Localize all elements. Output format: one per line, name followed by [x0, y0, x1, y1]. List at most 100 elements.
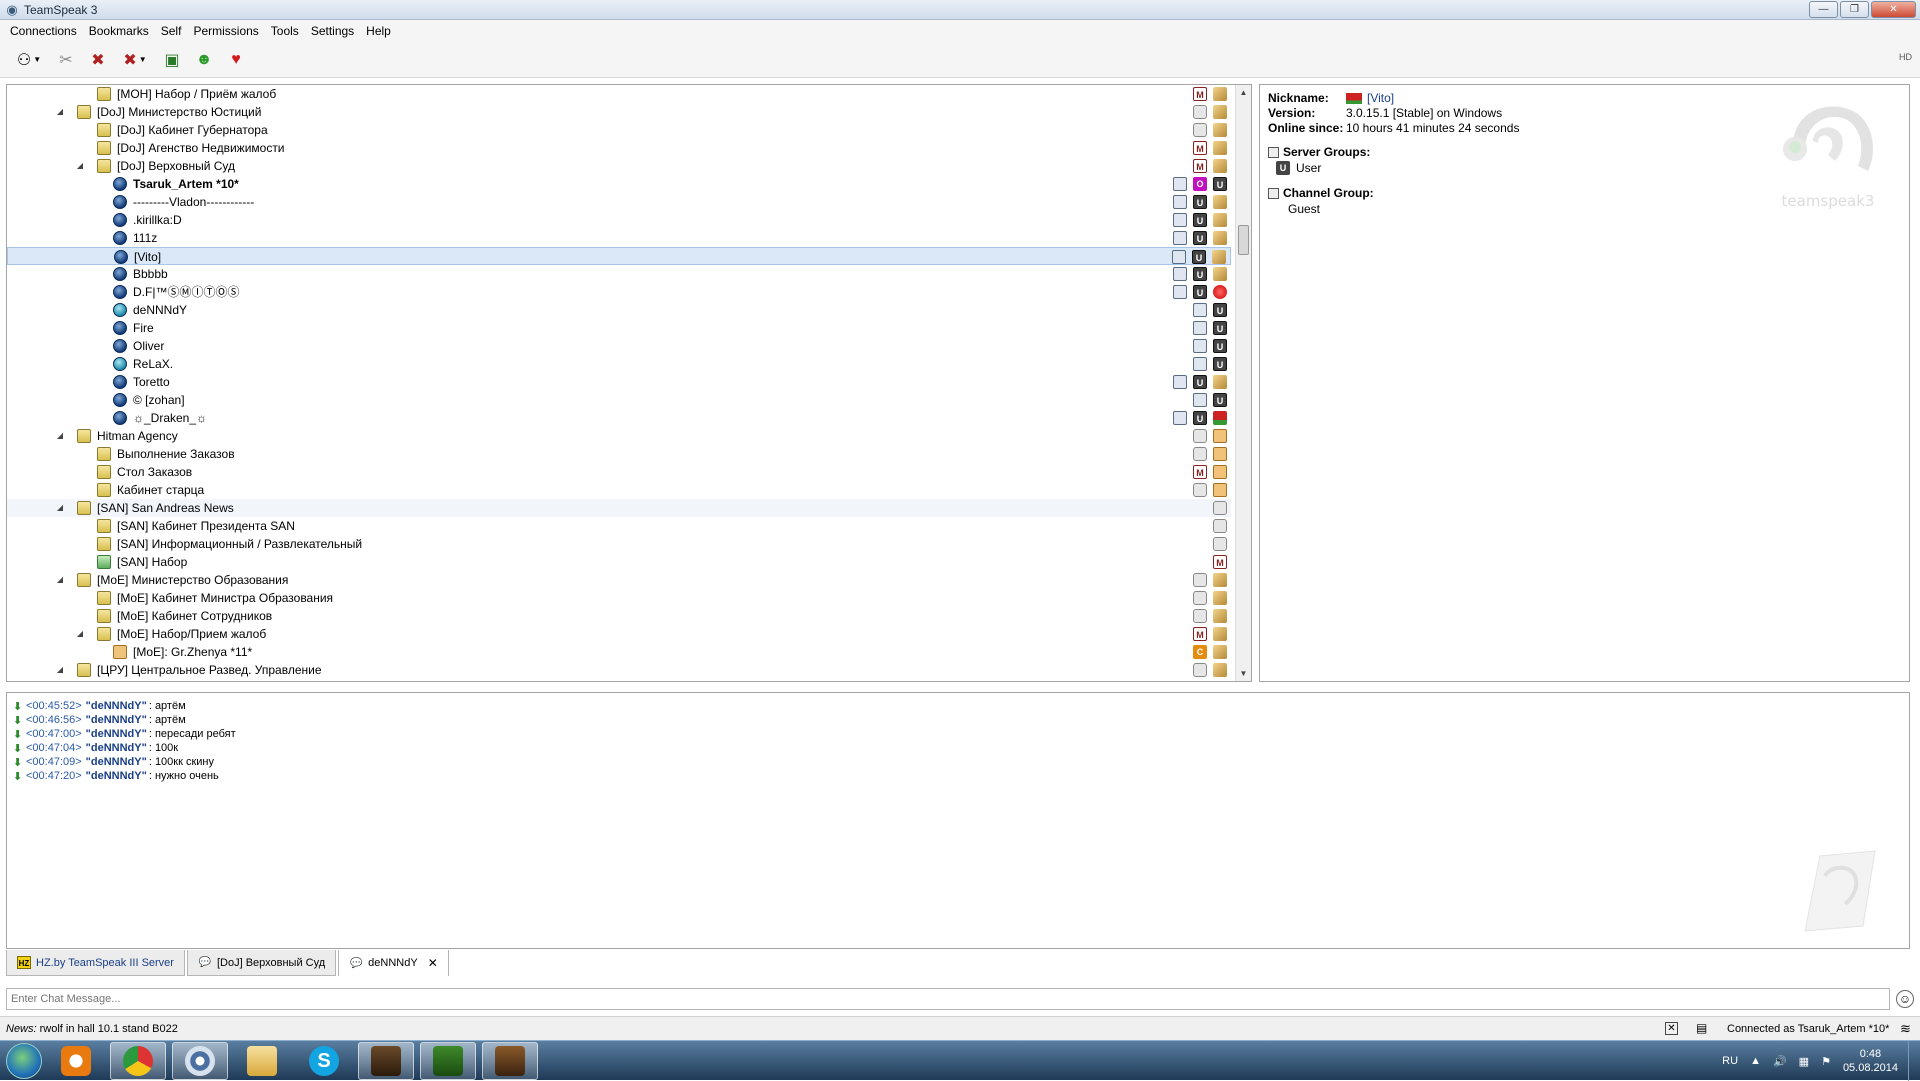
channel-row[interactable]: [DoJ] Кабинет Губернатора — [7, 121, 1231, 139]
client-row[interactable]: [MoE]: Gr.Zhenya *11* C — [7, 643, 1231, 661]
channel-row[interactable]: ◢ [DoJ] Верховный Суд M — [7, 157, 1231, 175]
disconnect-button[interactable]: ✂ — [54, 48, 78, 72]
client-row[interactable]: ---------Vladon------------ U — [7, 193, 1231, 211]
client-row[interactable]: Fire U — [7, 319, 1231, 337]
expand-toggle-icon[interactable]: ◢ — [75, 625, 85, 643]
teamspeak-button[interactable]: ♥ — [224, 48, 248, 72]
menu-self[interactable]: Self — [155, 20, 188, 42]
menu-tools[interactable]: Tools — [265, 20, 305, 42]
client-row[interactable]: D.F|™ⓈⓂⒾⓉⓄⓈ U — [7, 283, 1231, 301]
channel-row[interactable]: ◢ [DoJ] Министерство Юстиций — [7, 103, 1231, 121]
channel-row[interactable]: ◢ [MoE] Набор/Прием жалоб M — [7, 625, 1231, 643]
taskbar-skype[interactable]: S — [296, 1042, 352, 1080]
user-group-icon: U — [1276, 161, 1290, 175]
channel-row[interactable]: [SAN] Кабинет Президента SAN — [7, 517, 1231, 535]
emoticon-button[interactable]: ☺ — [1896, 990, 1914, 1008]
start-button[interactable] — [0, 1041, 48, 1081]
chat-input[interactable] — [6, 988, 1890, 1010]
network-icon[interactable]: ▦ — [1799, 1055, 1809, 1068]
taskbar-teamspeak[interactable] — [172, 1041, 228, 1080]
clock[interactable]: 0:48 05.08.2014 — [1843, 1047, 1898, 1075]
channel-row[interactable]: [SAN] Информационный / Развлекательный — [7, 535, 1231, 553]
channel-row[interactable]: [DoJ] Агенство Недвижимости M — [7, 139, 1231, 157]
message-sender[interactable]: "deNNNdY" — [86, 741, 147, 755]
tree-scrollbar[interactable]: ▲ ▼ — [1235, 85, 1251, 681]
channel-row[interactable]: [МОН] Набор / Приём жалоб M — [7, 85, 1231, 103]
message-sender[interactable]: "deNNNdY" — [86, 755, 147, 769]
taskbar-game-1[interactable] — [358, 1041, 414, 1080]
channel-row[interactable]: ◢ [MoE] Министерство Образования — [7, 571, 1231, 589]
message-sender[interactable]: "deNNNdY" — [86, 713, 147, 727]
message-sender[interactable]: "deNNNdY" — [86, 727, 147, 741]
client-status-icon — [113, 321, 127, 335]
show-desktop-button[interactable] — [1908, 1041, 1920, 1081]
taskbar-game-3[interactable] — [482, 1041, 538, 1080]
client-row[interactable]: deNNNdY U — [7, 301, 1231, 319]
message-time: <00:45:52> — [26, 700, 82, 712]
client-row[interactable]: ☼_Draken_☼ U — [7, 409, 1231, 427]
channel-tree[interactable]: [МОН] Набор / Приём жалоб M ◢ [DoJ] Министе… — [6, 84, 1252, 682]
away-button[interactable]: ☻ — [192, 48, 216, 72]
row-label: [DoJ] Кабинет Губернатора — [117, 123, 268, 137]
channel-row[interactable]: Стол Заказов M — [7, 463, 1231, 481]
minimize-button[interactable]: — — [1809, 1, 1838, 18]
channel-row[interactable]: ◢ [ЦРУ] Центральное Развед. Управление — [7, 661, 1231, 679]
taskbar-media-player[interactable] — [48, 1042, 104, 1080]
channel-row[interactable]: [MoE] Кабинет Сотрудников — [7, 607, 1231, 625]
taskbar-file-explorer[interactable] — [234, 1042, 290, 1080]
tab-channel[interactable]: 💬 [DoJ] Верховный Суд — [186, 950, 337, 976]
channel-row[interactable]: ◢ Hitman Agency — [7, 427, 1231, 445]
menu-help[interactable]: Help — [360, 20, 397, 42]
network-stats-icon[interactable]: ▤ — [1696, 1021, 1712, 1035]
bookmarks-button[interactable]: ▣ — [160, 48, 184, 72]
close-news-icon[interactable]: ✕ — [1665, 1022, 1678, 1035]
tray-expand-icon[interactable]: ▲ — [1750, 1055, 1761, 1067]
close-button[interactable]: ✕ — [1871, 1, 1916, 18]
message-sender[interactable]: "deNNNdY" — [86, 699, 147, 713]
client-row[interactable]: 111z U — [7, 229, 1231, 247]
expand-toggle-icon[interactable]: ◢ — [55, 103, 65, 121]
volume-icon[interactable]: 🔊 — [1773, 1055, 1787, 1068]
mute-microphone-button[interactable]: ✖ — [86, 48, 110, 72]
expand-toggle-icon[interactable]: ◢ — [55, 571, 65, 589]
client-row[interactable]: ReLaX. U — [7, 355, 1231, 373]
mute-speakers-button[interactable]: ✖ ▼ — [118, 48, 152, 72]
channel-row[interactable]: Выполнение Заказов — [7, 445, 1231, 463]
maximize-button[interactable]: ❐ — [1840, 1, 1869, 18]
client-row[interactable]: Oliver U — [7, 337, 1231, 355]
microphone-icon — [1193, 393, 1207, 407]
expand-toggle-icon[interactable]: ◢ — [55, 661, 65, 679]
tab-server[interactable]: HZ HZ.by TeamSpeak III Server — [6, 950, 185, 976]
channel-row[interactable]: ◢ [SAN] San Andreas News — [7, 499, 1231, 517]
client-row[interactable]: © [zohan] U — [7, 391, 1231, 409]
client-row[interactable]: .kirillka:D U — [7, 211, 1231, 229]
expand-toggle-icon[interactable]: ◢ — [75, 157, 85, 175]
client-row[interactable]: Toretto U — [7, 373, 1231, 391]
action-center-icon[interactable]: ⚑ — [1821, 1055, 1831, 1068]
menu-bookmarks[interactable]: Bookmarks — [83, 20, 155, 42]
message-sender[interactable]: "deNNNdY" — [86, 769, 147, 783]
client-row[interactable]: Bbbbb U — [7, 265, 1231, 283]
toolbar: ⚇ ▼ ✂ ✖ ✖ ▼ ▣ ☻ ♥ — [0, 42, 1920, 78]
channel-row[interactable]: [MoE] Кабинет Министра Образования — [7, 589, 1231, 607]
menu-connections[interactable]: Connections — [4, 20, 83, 42]
client-row[interactable]: [Vito] U — [7, 247, 1231, 265]
channel-row[interactable]: Кабинет старца — [7, 481, 1231, 499]
client-status-icon — [113, 177, 127, 191]
channel-badge-icon — [1213, 213, 1227, 227]
scrollbar-thumb[interactable] — [1238, 225, 1249, 255]
client-row[interactable]: Tsaruk_Artem *10* O U — [7, 175, 1231, 193]
close-tab-icon[interactable]: ✕ — [428, 956, 438, 970]
expand-toggle-icon[interactable]: ◢ — [55, 427, 65, 445]
menu-permissions[interactable]: Permissions — [187, 20, 264, 42]
channel-row[interactable]: [SAN] Набор M — [7, 553, 1231, 571]
scroll-down-arrow-icon[interactable]: ▼ — [1236, 666, 1251, 681]
expand-toggle-icon[interactable]: ◢ — [55, 499, 65, 517]
tab-private-chat[interactable]: 💬 deNNNdY ✕ — [338, 950, 449, 976]
connect-button[interactable]: ⚇ ▼ — [12, 48, 46, 72]
language-indicator[interactable]: RU — [1722, 1055, 1738, 1067]
menu-settings[interactable]: Settings — [305, 20, 360, 42]
taskbar-chrome[interactable] — [110, 1041, 166, 1080]
scroll-up-arrow-icon[interactable]: ▲ — [1236, 85, 1251, 100]
taskbar-game-2[interactable] — [420, 1041, 476, 1080]
